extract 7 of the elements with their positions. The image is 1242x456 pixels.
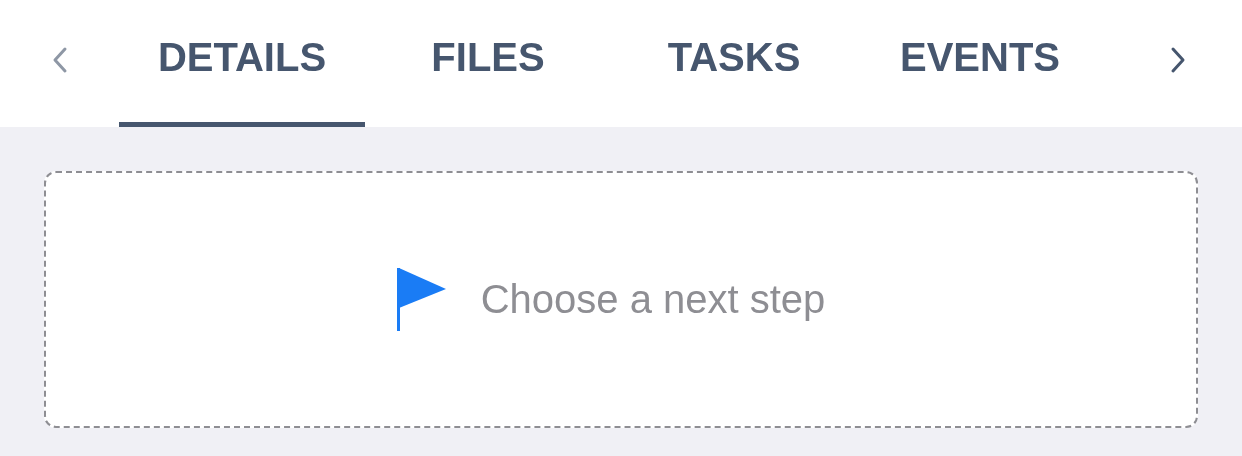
next-step-label: Choose a next step: [480, 277, 826, 322]
flag-icon: [396, 268, 447, 331]
tab[interactable]: TASKS: [611, 0, 858, 127]
chevron-right-icon[interactable]: [1169, 45, 1186, 74]
tab[interactable]: FILES: [365, 0, 612, 127]
tab[interactable]: DETAILS: [119, 0, 366, 127]
tab[interactable]: EVENTS: [857, 0, 1104, 127]
